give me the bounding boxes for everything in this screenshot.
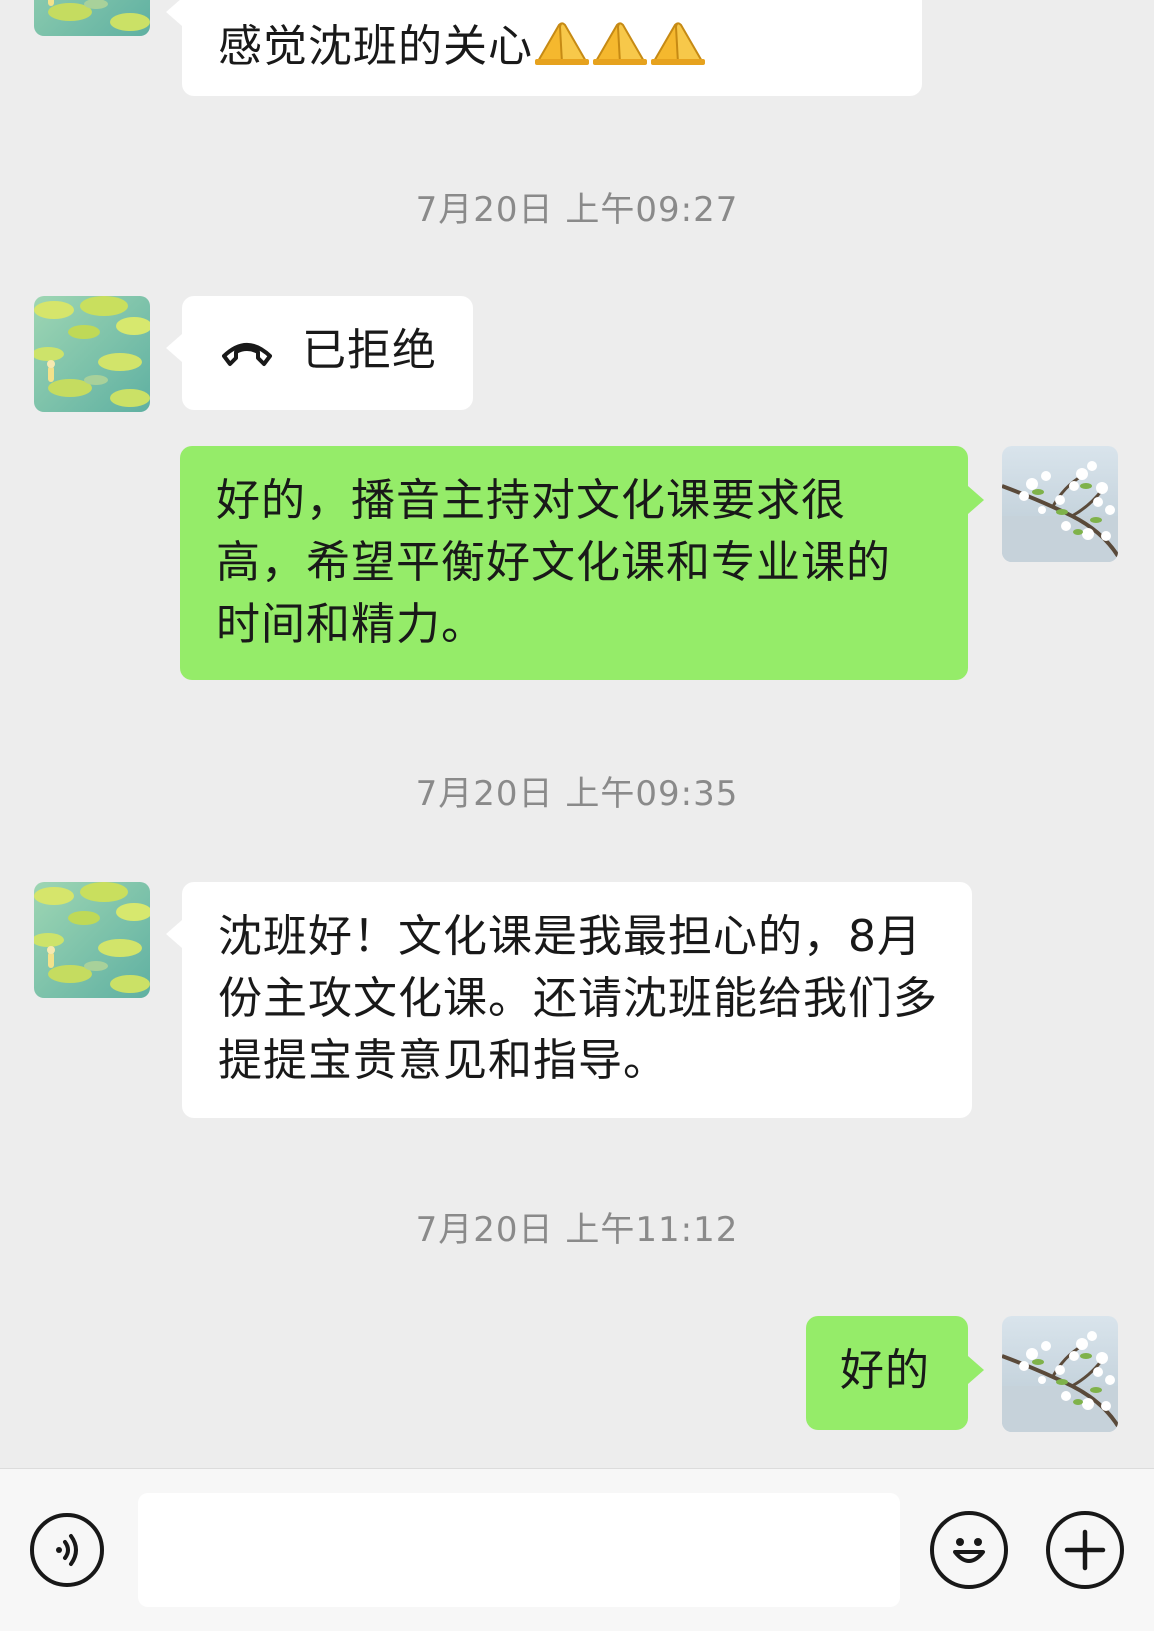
emoji-button[interactable] [930,1511,1008,1589]
emoji-icon [953,1538,985,1563]
message-text: 好的 [840,1345,930,1396]
voice-button[interactable] [30,1513,104,1587]
outgoing-message-bubble[interactable]: 好的，播音主持对文化课要求很高，希望平衡好文化课和专业课的时间和精力。 [180,446,984,680]
more-button[interactable] [1046,1511,1124,1589]
incoming-message-bubble[interactable]: 沈班好！文化课是我最担心的，8月份主攻文化课。还请沈班能给我们多提提宝贵意见和指… [166,882,972,1118]
outgoing-message-bubble[interactable]: 好的 [806,1316,984,1430]
contact-avatar[interactable] [34,296,150,412]
pray-emoji-icon [591,19,649,67]
message-text: 沈班好！文化课是我最担心的，8月份主攻文化课。还请沈班能给我们多提提宝贵意见和指… [218,911,938,1086]
phone-hangup-icon [222,343,272,366]
chat-area[interactable]: 感觉沈班的关心 7月20日 上午09:27 已拒绝 好的，播音主持对文化课要求很… [0,0,1154,1468]
plus-icon [1064,1529,1106,1571]
contact-avatar[interactable] [34,882,150,998]
message-input[interactable] [138,1493,900,1607]
call-status: 已拒绝 [302,325,437,376]
voice-icon [56,1534,78,1566]
input-toolbar [0,1468,1154,1631]
timestamp: 7月20日 上午09:27 [415,190,739,230]
call-record-bubble[interactable]: 已拒绝 [166,296,473,410]
contact-avatar[interactable] [34,0,150,36]
message-text: 好的，播音主持对文化课要求很高，希望平衡好文化课和专业课的时间和精力。 [216,475,891,650]
timestamp: 7月20日 上午11:12 [415,1210,739,1250]
pray-emoji-icon [533,19,591,67]
timestamp: 7月20日 上午09:35 [415,774,739,814]
pray-emoji-icon [649,19,707,67]
my-avatar[interactable] [1002,446,1118,562]
message-text: 感觉沈班的关心 [218,21,533,72]
my-avatar[interactable] [1002,1316,1118,1432]
incoming-message-bubble[interactable]: 感觉沈班的关心 [166,0,922,96]
